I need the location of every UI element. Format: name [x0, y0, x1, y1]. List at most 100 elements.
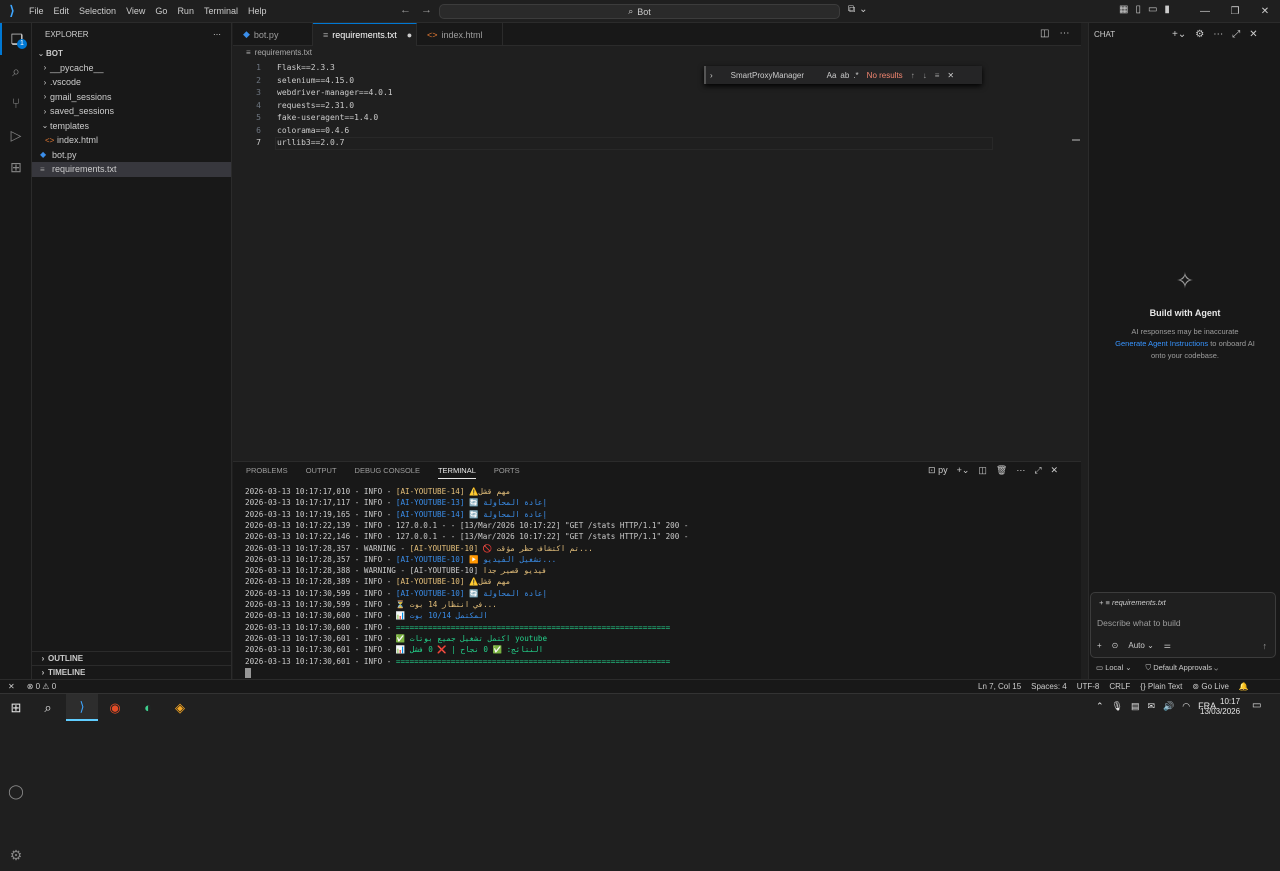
- tab-ports[interactable]: PORTS: [494, 466, 520, 479]
- run-debug-icon[interactable]: ▷: [0, 119, 32, 151]
- chevron-down-icon[interactable]: ⌄: [859, 4, 867, 15]
- cursor-position[interactable]: Ln 7, Col 15: [978, 682, 1021, 691]
- menu-help[interactable]: Help: [243, 6, 272, 16]
- menu-edit[interactable]: Edit: [49, 6, 75, 16]
- tree-item-bot-py[interactable]: ◆ bot.py: [32, 148, 231, 163]
- extensions-icon[interactable]: ⊞: [0, 151, 32, 183]
- code-line[interactable]: Flask==2.3.3: [277, 63, 335, 72]
- windows-start-icon[interactable]: ⊞: [0, 694, 32, 721]
- code-line[interactable]: requests==2.31.0: [277, 101, 354, 110]
- command-center-search[interactable]: ⌕ Bot: [439, 4, 840, 19]
- search-icon[interactable]: ⌕: [0, 55, 32, 87]
- toggle-panel-icon[interactable]: ▭: [1148, 4, 1157, 15]
- tab-requirements-txt[interactable]: ≡ requirements.txt ●: [313, 23, 417, 46]
- restore-icon[interactable]: ❐: [1220, 0, 1250, 23]
- tab-bot-py[interactable]: ◆ bot.py: [233, 23, 313, 46]
- match-whole-word-icon[interactable]: ab: [840, 71, 849, 80]
- add-icon[interactable]: +: [1097, 641, 1102, 650]
- timeline-section[interactable]: › TIMELINE: [32, 665, 232, 679]
- next-match-icon[interactable]: ↓: [923, 71, 927, 80]
- tab-debug-console[interactable]: DEBUG CONSOLE: [355, 466, 420, 479]
- configure-tools-icon[interactable]: ⚌: [1164, 641, 1171, 650]
- unsaved-dot-icon[interactable]: ●: [407, 30, 412, 40]
- tree-item-index-html[interactable]: <> index.html: [32, 133, 231, 148]
- more-actions-icon[interactable]: ⋯: [1059, 28, 1069, 39]
- volume-icon[interactable]: 🔊: [1163, 701, 1174, 712]
- toggle-secondary-sidebar-icon[interactable]: ▮: [1164, 4, 1170, 15]
- indentation[interactable]: Spaces: 4: [1031, 682, 1067, 691]
- encoding[interactable]: UTF-8: [1077, 682, 1100, 691]
- tree-item-saved-sessions[interactable]: › saved_sessions: [32, 104, 231, 119]
- approvals-picker[interactable]: ⛉ Default Approvals ⌄: [1146, 663, 1219, 673]
- attachment-chip[interactable]: + ≡ requirements.txt: [1099, 598, 1166, 607]
- close-icon[interactable]: ✕: [947, 71, 954, 80]
- code-line[interactable]: fake-useragent==1.4.0: [277, 113, 378, 122]
- generate-instructions-link[interactable]: Generate Agent Instructions: [1115, 339, 1208, 348]
- maximize-icon[interactable]: ⤢: [1232, 29, 1240, 40]
- add-context-icon[interactable]: +: [1099, 598, 1103, 607]
- chat-input[interactable]: Describe what to build: [1097, 618, 1181, 628]
- edge-taskbar-icon[interactable]: ◐: [132, 694, 164, 721]
- tree-item-requirements-txt[interactable]: ≡ requirements.txt: [32, 162, 231, 177]
- search-icon[interactable]: ⌕: [32, 694, 64, 721]
- new-chat-icon[interactable]: +⌄: [1172, 29, 1186, 40]
- outline-section[interactable]: › OUTLINE: [32, 651, 232, 665]
- remote-icon[interactable]: ✕: [8, 682, 15, 691]
- minimize-icon[interactable]: —: [1190, 0, 1220, 23]
- folder-root[interactable]: ⌄ BOT: [32, 46, 231, 61]
- settings-gear-icon[interactable]: ⚙: [1195, 29, 1204, 40]
- tab-index-html[interactable]: <> index.html: [417, 23, 503, 46]
- code-line[interactable]: selenium==4.15.0: [277, 76, 354, 85]
- layout-customize-icon[interactable]: ▦: [1119, 4, 1128, 15]
- menu-view[interactable]: View: [121, 6, 150, 16]
- more-actions-icon[interactable]: ⋯: [1016, 465, 1025, 476]
- tree-item-gmail-sessions[interactable]: › gmail_sessions: [32, 90, 231, 105]
- previous-match-icon[interactable]: ↑: [911, 71, 915, 80]
- close-icon[interactable]: ✕: [1249, 29, 1257, 40]
- menu-terminal[interactable]: Terminal: [199, 6, 243, 16]
- toggle-replace-chevron-icon[interactable]: ›: [710, 71, 713, 80]
- send-arrow-icon[interactable]: ↑: [1263, 641, 1268, 651]
- match-case-icon[interactable]: Aa: [827, 71, 837, 80]
- clock[interactable]: 10:17 13/03/2026: [1200, 697, 1240, 717]
- copilot-icon[interactable]: ⧉: [848, 4, 855, 15]
- source-control-icon[interactable]: ⑂: [0, 87, 32, 119]
- breadcrumb-file[interactable]: requirements.txt: [255, 48, 312, 57]
- model-picker[interactable]: Auto ⌄: [1128, 641, 1153, 650]
- menu-run[interactable]: Run: [172, 6, 199, 16]
- mail-icon[interactable]: ✉: [1148, 701, 1156, 712]
- wifi-icon[interactable]: ◠: [1182, 701, 1190, 712]
- maximize-panel-icon[interactable]: ⤢: [1034, 465, 1041, 476]
- chevron-up-icon[interactable]: ⌃: [1096, 701, 1104, 712]
- app-taskbar-icon[interactable]: ◈: [164, 694, 196, 721]
- settings-gear-icon[interactable]: ⚙: [0, 839, 32, 871]
- trash-icon[interactable]: 🗑: [996, 465, 1007, 476]
- find-in-selection-icon[interactable]: ≡: [935, 71, 940, 80]
- more-actions-icon[interactable]: ⋯: [1213, 29, 1223, 40]
- vscode-taskbar-icon[interactable]: ⟩: [66, 694, 98, 721]
- notifications-icon[interactable]: ▭: [1252, 700, 1261, 711]
- menu-file[interactable]: File: [24, 6, 49, 16]
- toggle-sidebar-icon[interactable]: ▯: [1135, 4, 1141, 15]
- split-terminal-icon[interactable]: ◫: [978, 465, 987, 476]
- microphone-icon[interactable]: 🎙: [1112, 701, 1123, 712]
- menu-go[interactable]: Go: [150, 6, 172, 16]
- tab-problems[interactable]: PROBLEMS: [246, 466, 288, 479]
- split-editor-icon[interactable]: ◫: [1040, 28, 1049, 39]
- terminal-shell-indicator[interactable]: ⊡ py: [928, 465, 948, 476]
- find-input[interactable]: SmartProxyManager Aa ab .*: [717, 68, 863, 82]
- code-line[interactable]: urllib3==2.0.7: [277, 138, 344, 147]
- tree-item-pycache[interactable]: › __pycache__: [32, 61, 231, 76]
- network-icon[interactable]: ▤: [1131, 701, 1140, 712]
- tree-item-templates[interactable]: ⌄ templates: [32, 119, 231, 134]
- end-of-line[interactable]: CRLF: [1109, 682, 1130, 691]
- explorer-icon[interactable]: ❏ 1: [0, 23, 32, 55]
- problems-indicator[interactable]: ⊗ 0 ⚠ 0: [27, 682, 56, 691]
- new-terminal-icon[interactable]: +⌄: [957, 465, 970, 476]
- tab-terminal[interactable]: TERMINAL: [437, 466, 476, 479]
- chat-input-box[interactable]: + ≡ requirements.txt Describe what to bu…: [1090, 592, 1276, 658]
- tools-icon[interactable]: ⊙: [1112, 641, 1119, 650]
- regex-icon[interactable]: .*: [853, 71, 858, 80]
- back-arrow-icon[interactable]: ←: [400, 4, 411, 16]
- menu-selection[interactable]: Selection: [74, 6, 121, 16]
